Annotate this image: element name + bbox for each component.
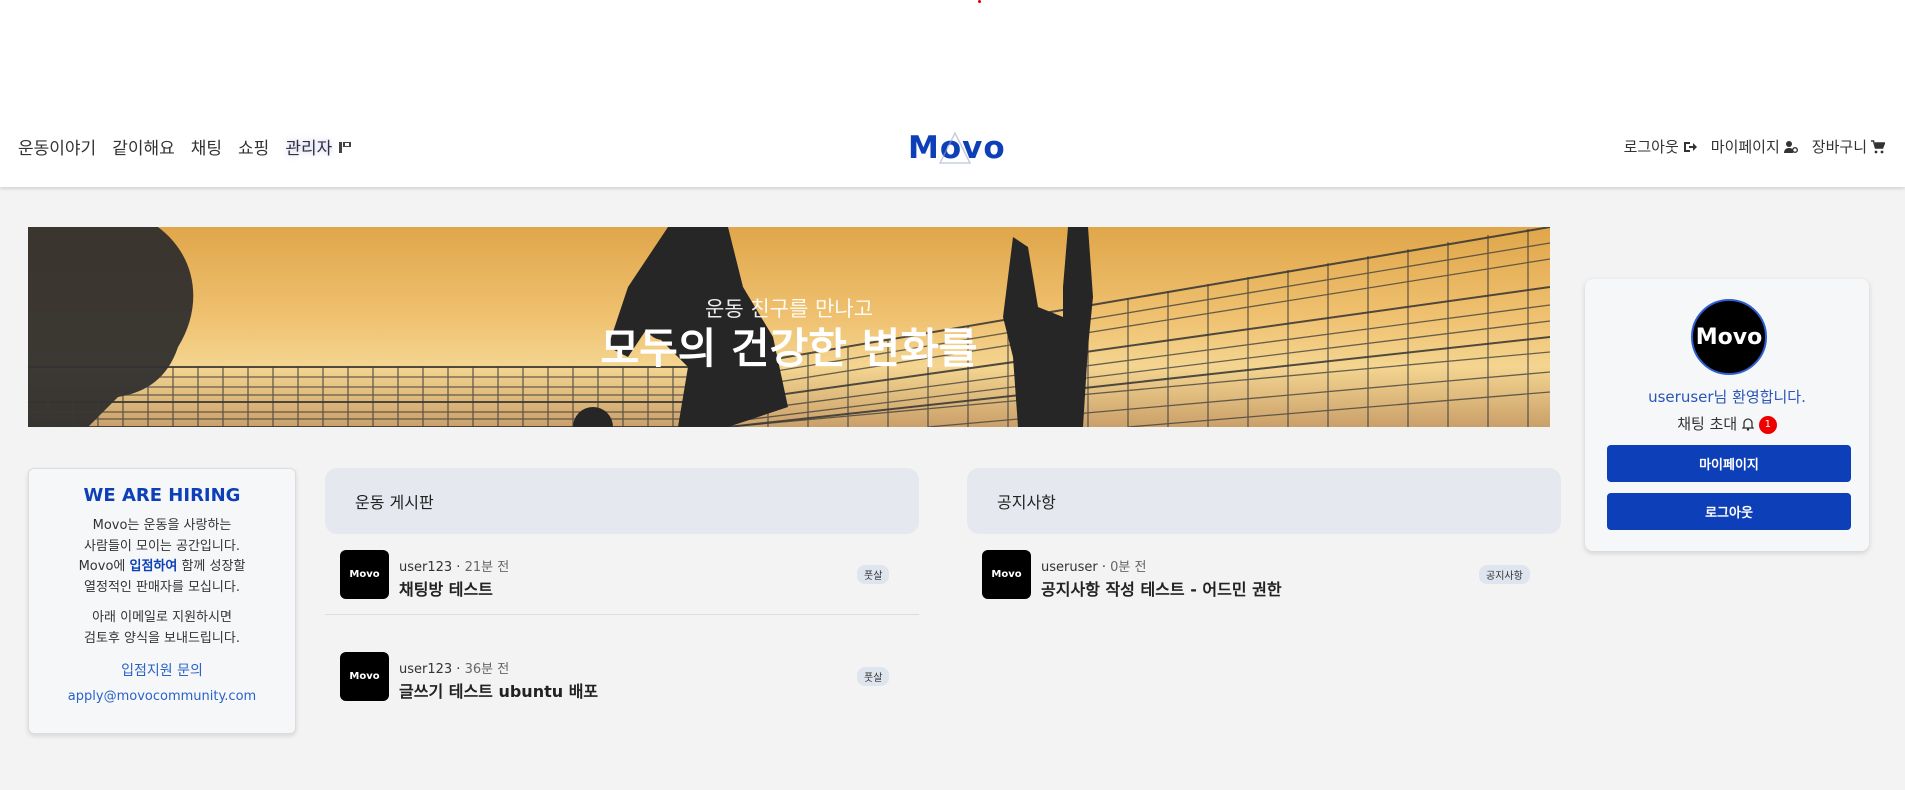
logo-triangle-icon	[938, 131, 972, 164]
logout-label: 로그아웃	[1623, 138, 1679, 156]
chat-invite-label: 채팅 초대	[1677, 415, 1738, 433]
category-tag: 풋살	[857, 667, 890, 686]
user-nav: 로그아웃 마이페이지 장바구니	[1624, 136, 1885, 157]
hiring-inquiry-link[interactable]: 입점지원 문의	[29, 659, 295, 684]
hiring-line-2: 사람들이 모이는 공간입니다.	[84, 538, 240, 554]
hiring-line-4: 열정적인 판매자를 모십니다.	[84, 579, 240, 595]
hiring-email-link[interactable]: apply@movocommunity.com	[29, 684, 295, 709]
post-thumbnail: Movo	[340, 652, 389, 701]
mypage-link[interactable]: 마이페이지	[1711, 136, 1798, 157]
nav-admin-label: 관리자	[285, 139, 333, 159]
notification-badge: 1	[1758, 415, 1777, 434]
hiring-card: WE ARE HIRING Movo는 운동을 사랑하는 사람들이 모이는 공간…	[28, 468, 296, 734]
nav-chat[interactable]: 채팅	[191, 134, 222, 159]
list-item[interactable]: Movo user123 · 36분 전 글쓰기 테스트 ubuntu 배포 풋…	[325, 636, 919, 716]
post-meta: useruser · 0분 전	[1041, 560, 1147, 575]
cart-icon	[1871, 139, 1885, 153]
post-author: user123	[399, 662, 453, 677]
post-title[interactable]: 채팅방 테스트	[399, 576, 493, 600]
list-item[interactable]: Movo useruser · 0분 전 공지사항 작성 테스트 - 어드민 권…	[967, 534, 1561, 614]
exercise-board: 운동 게시판 Movo user123 · 21분 전 채팅방 테스트 풋살 M…	[325, 468, 919, 716]
main-nav: 운동이야기 같이해요 채팅 쇼핑 관리자	[18, 134, 352, 159]
hiring-line-6: 검토후 양식을 보내드립니다.	[84, 630, 240, 646]
post-thumbnail: Movo	[982, 550, 1031, 599]
hiring-line-3: Movo에 입점하여 함께 성장할	[29, 557, 295, 578]
logout-link[interactable]: 로그아웃	[1624, 136, 1697, 157]
post-meta: user123 · 21분 전	[399, 560, 510, 575]
profile-card: Movo useruser님 환영합니다. 채팅 초대 1 마이페이지 로그아웃	[1585, 279, 1869, 551]
nav-admin[interactable]: 관리자	[285, 134, 352, 159]
nav-shopping[interactable]: 쇼핑	[238, 134, 269, 159]
welcome-text: useruser님 환영합니다.	[1648, 388, 1806, 406]
nav-together[interactable]: 같이해요	[112, 134, 175, 159]
notice-board: 공지사항 Movo useruser · 0분 전 공지사항 작성 테스트 - …	[967, 468, 1561, 614]
bell-icon	[1741, 418, 1755, 431]
category-tag: 풋살	[857, 565, 890, 584]
hiring-line-3-pre: Movo에	[78, 559, 130, 574]
post-author: user123	[399, 560, 453, 575]
red-dot	[978, 0, 981, 3]
cart-link[interactable]: 장바구니	[1812, 136, 1885, 157]
avatar: Movo	[1691, 299, 1767, 375]
sign-out-icon	[1683, 141, 1697, 152]
chat-invite[interactable]: 채팅 초대 1	[1585, 413, 1869, 434]
category-tag: 공지사항	[1479, 565, 1530, 584]
post-time: 36분 전	[464, 662, 510, 677]
divider	[325, 614, 919, 615]
post-meta: user123 · 36분 전	[399, 662, 510, 677]
mypage-label: 마이페이지	[1710, 138, 1780, 156]
user-gear-icon	[1783, 140, 1798, 153]
logout-button[interactable]: 로그아웃	[1607, 493, 1851, 530]
list-item[interactable]: Movo user123 · 21분 전 채팅방 테스트 풋살	[325, 534, 919, 614]
hiring-highlight: 입점하여	[129, 559, 178, 574]
nav-exercise-story[interactable]: 운동이야기	[18, 134, 96, 159]
banner-title: 모두의 건강한 변화를	[600, 324, 978, 373]
cart-label: 장바구니	[1811, 138, 1867, 156]
key-icon	[339, 141, 352, 153]
post-thumbnail: Movo	[340, 550, 389, 599]
hiring-line-3-post: 함께 성장할	[177, 559, 246, 574]
post-author: useruser	[1041, 560, 1098, 575]
logo[interactable]: Movo	[908, 130, 1006, 166]
post-time: 21분 전	[464, 560, 510, 575]
hiring-line-5: 아래 이메일로 지원하시면	[92, 610, 232, 625]
exercise-board-title[interactable]: 운동 게시판	[325, 468, 919, 534]
post-title[interactable]: 글쓰기 테스트 ubuntu 배포	[399, 678, 598, 702]
hiring-title: WE ARE HIRING	[83, 485, 241, 506]
post-time: 0분 전	[1110, 560, 1147, 575]
post-title[interactable]: 공지사항 작성 테스트 - 어드민 권한	[1041, 576, 1282, 600]
hiring-line-1: Movo는 운동을 사랑하는	[92, 518, 232, 533]
notice-board-title[interactable]: 공지사항	[967, 468, 1561, 534]
mypage-button[interactable]: 마이페이지	[1607, 445, 1851, 482]
hero-banner: 운동 친구를 만나고 모두의 건강한 변화를	[28, 227, 1550, 427]
